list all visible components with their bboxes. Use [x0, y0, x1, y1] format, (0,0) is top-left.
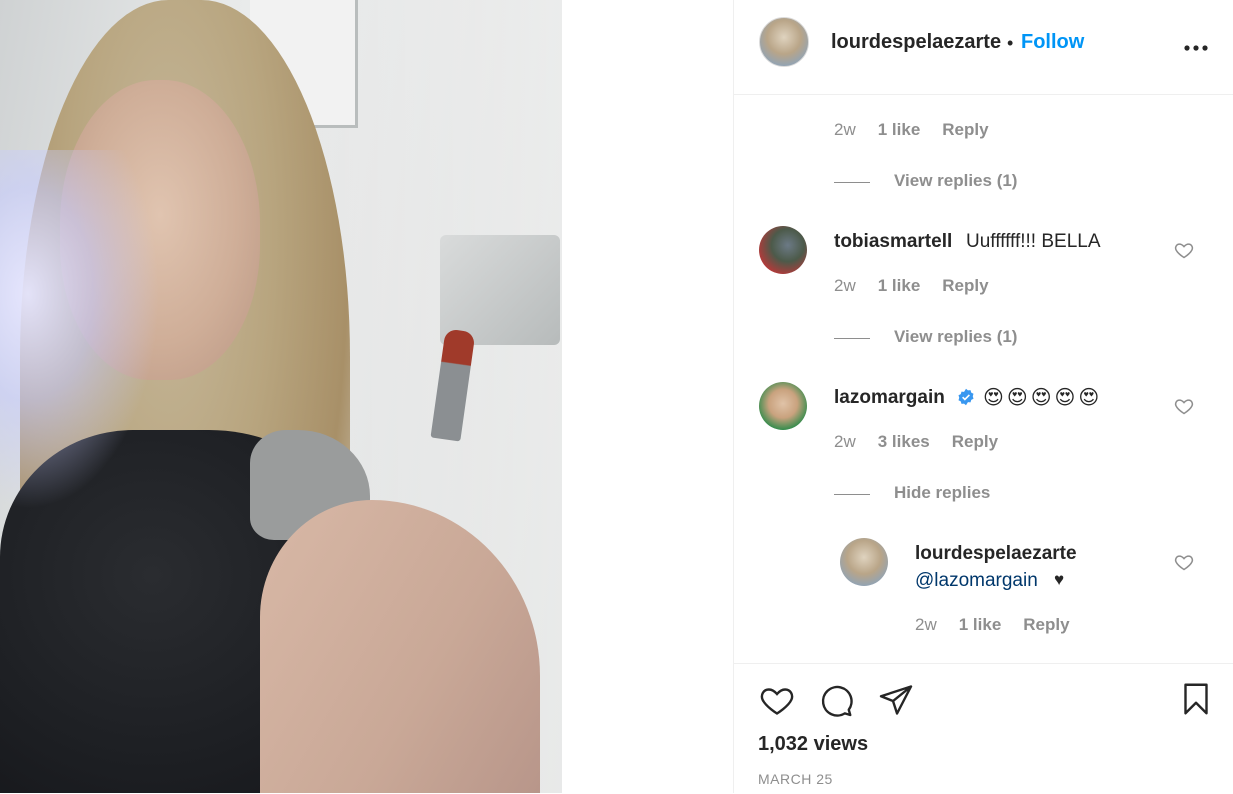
- hide-replies-button[interactable]: Hide replies: [894, 483, 990, 503]
- comment-emojis: 😍😍😍😍😍: [983, 387, 1103, 409]
- author-avatar[interactable]: [759, 17, 809, 67]
- comment-text: Uuffffff!!! BELLA: [966, 231, 1101, 252]
- comment-meta: 2w 3 likes Reply: [834, 432, 1020, 452]
- comment-meta: 2w 1 like Reply: [834, 120, 1011, 140]
- like-reply-heart-icon[interactable]: [1174, 552, 1194, 572]
- clipped-comment-text: [834, 88, 1134, 94]
- light-flare: [0, 150, 160, 510]
- reply-button[interactable]: Reply: [942, 276, 988, 295]
- share-icon[interactable]: [877, 682, 915, 723]
- reply-username[interactable]: lourdespelaezarte: [915, 543, 1077, 565]
- post-actions: 1,032 views MARCH 25: [734, 663, 1233, 794]
- reply-mention-link[interactable]: @lazomargain: [915, 570, 1038, 592]
- comment-username[interactable]: lazomargain: [834, 387, 945, 409]
- reply-button[interactable]: Reply: [952, 432, 998, 451]
- like-comment-heart-icon[interactable]: [1174, 396, 1194, 416]
- reply-button[interactable]: Reply: [942, 120, 988, 139]
- comment-likes[interactable]: 1 like: [878, 276, 921, 295]
- post-sidebar: lourdespelaezarte • Follow 2w 1 like Reply…: [733, 0, 1233, 793]
- comment-time: 2w: [834, 432, 856, 451]
- comment-username[interactable]: tobiasmartell: [834, 231, 952, 253]
- more-options-icon[interactable]: [1184, 30, 1208, 58]
- reply-likes[interactable]: 1 like: [959, 615, 1002, 634]
- reply-heart-text: ♥: [1054, 570, 1065, 589]
- comment-icon[interactable]: [817, 682, 855, 723]
- view-count[interactable]: 1,032 views: [758, 733, 868, 756]
- comment-likes[interactable]: 3 likes: [878, 432, 930, 451]
- post-header: lourdespelaezarte • Follow: [734, 0, 1233, 95]
- commenter-avatar[interactable]: [759, 226, 807, 274]
- follow-button[interactable]: Follow: [1021, 31, 1084, 54]
- bookmark-icon[interactable]: [1178, 680, 1214, 723]
- post-date[interactable]: MARCH 25: [758, 771, 833, 787]
- background-rack: [440, 235, 560, 345]
- author-username[interactable]: lourdespelaezarte: [831, 31, 1001, 54]
- comment-time: 2w: [834, 276, 856, 295]
- reply-button[interactable]: Reply: [1023, 615, 1069, 634]
- commenter-avatar[interactable]: [759, 382, 807, 430]
- verified-badge-icon: [957, 388, 975, 406]
- comment-meta: 2w 1 like Reply: [834, 276, 1011, 296]
- view-replies-button[interactable]: View replies (1): [894, 327, 1017, 347]
- comment-time: 2w: [834, 120, 856, 139]
- comment-likes[interactable]: 1 like: [878, 120, 921, 139]
- separator-dot: •: [1007, 33, 1014, 53]
- replies-divider: [834, 182, 870, 183]
- post-video[interactable]: [0, 0, 562, 793]
- reply-avatar[interactable]: [840, 538, 888, 586]
- like-comment-heart-icon[interactable]: [1174, 240, 1194, 260]
- reply-time: 2w: [915, 615, 937, 634]
- reply-meta: 2w 1 like Reply: [915, 615, 1092, 635]
- view-replies-button[interactable]: View replies (1): [894, 171, 1017, 191]
- replies-divider: [834, 338, 870, 339]
- replies-divider: [834, 494, 870, 495]
- heart-icon[interactable]: [758, 682, 796, 723]
